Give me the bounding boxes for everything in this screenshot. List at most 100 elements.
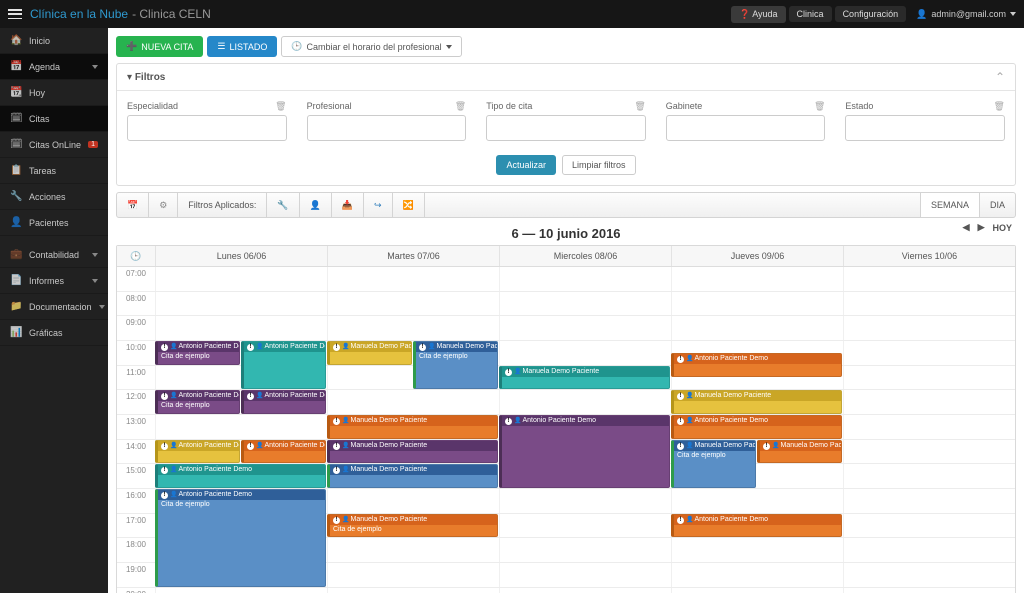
- alert-icon: !: [161, 393, 168, 400]
- appointment[interactable]: !Antonio Paciente Demo: [241, 440, 326, 464]
- clear-filters-button[interactable]: Limpiar filtros: [562, 155, 636, 175]
- calendar-icon[interactable]: 📅: [117, 193, 149, 217]
- appointment-title: !Antonio Paciente Demo: [158, 465, 325, 475]
- clear-room-icon[interactable]: 🗑: [814, 101, 825, 112]
- sidebar-item-label: Contabilidad: [29, 250, 79, 260]
- filter-status-input[interactable]: [845, 115, 1005, 141]
- update-filters-button[interactable]: Actualizar: [496, 155, 556, 175]
- appointment[interactable]: !Antonio Paciente Demo: [499, 415, 670, 488]
- filter-professional-input[interactable]: [307, 115, 467, 141]
- user-icon: 👤: [916, 9, 927, 20]
- view-week-button[interactable]: SEMANA: [921, 193, 980, 217]
- filter-appt_type-input[interactable]: [486, 115, 646, 141]
- caret-down-icon: [92, 253, 98, 257]
- filter-room-input[interactable]: [666, 115, 826, 141]
- hour-label: 12:00: [117, 390, 155, 414]
- view-day-button[interactable]: DIA: [980, 193, 1015, 217]
- caret-down-icon: [446, 45, 452, 49]
- sidebar-item-agenda[interactable]: 📅Agenda: [0, 54, 108, 80]
- appointment[interactable]: !Manuela Demo Paciente: [327, 415, 498, 439]
- sidebar-item-inicio[interactable]: 🏠Inicio: [0, 28, 108, 54]
- hour-label: 16:00: [117, 489, 155, 513]
- appointment[interactable]: !Manuela Demo PacienteCita de ejemplo: [671, 440, 756, 488]
- appointment[interactable]: !Manuela Demo Paciente: [499, 366, 670, 390]
- patient-icon: [514, 417, 522, 424]
- filter-login-icon[interactable]: ↪: [364, 193, 393, 217]
- sidebar-item-hoy[interactable]: 📆Hoy: [0, 80, 108, 106]
- appointment[interactable]: !Manuela Demo Paciente: [327, 464, 498, 488]
- hour-row[interactable]: 07:00: [117, 267, 1015, 292]
- clear-professional-icon[interactable]: 🗑: [455, 101, 466, 112]
- help-button[interactable]: ❓ Ayuda: [731, 6, 786, 23]
- change-schedule-button[interactable]: 🕒 Cambiar el horario del profesional: [281, 36, 461, 57]
- hour-label: 13:00: [117, 415, 155, 439]
- appointment[interactable]: !Manuela Demo Paciente: [327, 440, 498, 464]
- settings-icon[interactable]: ⚙: [149, 193, 178, 217]
- hour-row[interactable]: 08:00: [117, 292, 1015, 317]
- filters-title: Filtros: [135, 72, 166, 83]
- appointment[interactable]: !Manuela Demo Paciente: [671, 390, 842, 414]
- sidebar-item-contabilidad[interactable]: 💼Contabilidad: [0, 242, 108, 268]
- filter-shuffle-icon[interactable]: 🔀: [393, 193, 425, 217]
- appointment-title: !Antonio Paciente Demo: [158, 490, 325, 500]
- appointment[interactable]: !Antonio Paciente Demo: [241, 341, 326, 389]
- sidebar-item-documentacion[interactable]: 📁Documentacion: [0, 294, 108, 320]
- sidebar-item-acciones[interactable]: 🔧Acciones: [0, 184, 108, 210]
- sidebar-item-citas[interactable]: 🗓Citas: [0, 106, 108, 132]
- clinic-button[interactable]: Clinica: [789, 6, 832, 22]
- day-header-wed: Miercoles 08/06: [499, 246, 671, 266]
- appointment-title: !Manuela Demo Paciente: [416, 342, 497, 352]
- caret-down-icon: [92, 279, 98, 283]
- sidebar-item-label: Agenda: [29, 62, 60, 72]
- appointment[interactable]: !Manuela Demo Paciente: [757, 440, 842, 464]
- appointment[interactable]: !Manuela Demo PacienteCita de ejemplo: [413, 341, 498, 389]
- next-week-button[interactable]: ▶: [978, 222, 985, 233]
- sidebar-item-label: Citas OnLine: [29, 140, 81, 150]
- patient-icon: [256, 392, 264, 399]
- filter-inbox-icon[interactable]: 📥: [332, 193, 364, 217]
- patient-icon: [170, 491, 178, 498]
- appointment[interactable]: !Antonio Paciente Demo: [671, 514, 842, 538]
- hour-row[interactable]: 20:00: [117, 588, 1015, 593]
- citas-online-icon: 🗓: [10, 139, 22, 150]
- appointment[interactable]: !Antonio Paciente Demo: [241, 390, 326, 414]
- collapse-icon[interactable]: ⌃: [995, 70, 1005, 84]
- caret-down-icon: [1010, 12, 1016, 16]
- list-view-button[interactable]: ☰ LISTADO: [207, 36, 277, 57]
- appointment-title: !Manuela Demo Paciente: [330, 441, 497, 451]
- filter-specialty-input[interactable]: [127, 115, 287, 141]
- filter-appt_type: Tipo de cita🗑: [486, 101, 646, 141]
- appointment[interactable]: !Antonio Paciente DemoCita de ejemplo: [155, 341, 240, 365]
- clear-appt_type-icon[interactable]: 🗑: [634, 101, 645, 112]
- sidebar-item-citas-online[interactable]: 🗓Citas OnLine1: [0, 132, 108, 158]
- appointment[interactable]: !Antonio Paciente Demo: [671, 415, 842, 439]
- hour-row[interactable]: 09:00: [117, 316, 1015, 341]
- appointment[interactable]: !Antonio Paciente DemoCita de ejemplo: [155, 489, 326, 587]
- applied-filters-label: Filtros Aplicados:: [178, 193, 267, 217]
- clear-status-icon[interactable]: 🗑: [994, 101, 1005, 112]
- user-menu[interactable]: 👤 admin@gmail.com: [916, 9, 1016, 20]
- filter-icon: ▾: [127, 72, 135, 83]
- today-button[interactable]: HOY: [992, 223, 1012, 233]
- appointment[interactable]: !Manuela Demo PacienteCita de ejemplo: [327, 514, 498, 538]
- filter-person-icon[interactable]: 👤: [300, 193, 332, 217]
- hamburger-icon[interactable]: [8, 9, 22, 19]
- sidebar-item-graficas[interactable]: 📊Gráficas: [0, 320, 108, 346]
- appointment[interactable]: !Antonio Paciente Demo: [671, 353, 842, 377]
- appointment-title: !Manuela Demo Paciente: [502, 367, 669, 377]
- clear-specialty-icon[interactable]: 🗑: [275, 101, 286, 112]
- alert-icon: !: [247, 393, 254, 400]
- appointment[interactable]: !Antonio Paciente DemoCita de ejemplo: [155, 390, 240, 414]
- alert-icon: !: [333, 517, 340, 524]
- new-appointment-button[interactable]: ➕ NUEVA CITA: [116, 36, 203, 57]
- sidebar-item-label: Tareas: [29, 166, 56, 176]
- filter-wrench-icon[interactable]: 🔧: [267, 193, 299, 217]
- sidebar-item-informes[interactable]: 📄Informes: [0, 268, 108, 294]
- prev-week-button[interactable]: ◀: [963, 222, 970, 233]
- sidebar-item-tareas[interactable]: 📋Tareas: [0, 158, 108, 184]
- appointment[interactable]: !Antonio Paciente Demo: [155, 440, 240, 464]
- sidebar-item-pacientes[interactable]: 👤Pacientes: [0, 210, 108, 236]
- config-button[interactable]: Configuración: [835, 6, 907, 22]
- appointment[interactable]: !Antonio Paciente Demo: [155, 464, 326, 488]
- appointment[interactable]: !Manuela Demo Paciente: [327, 341, 412, 365]
